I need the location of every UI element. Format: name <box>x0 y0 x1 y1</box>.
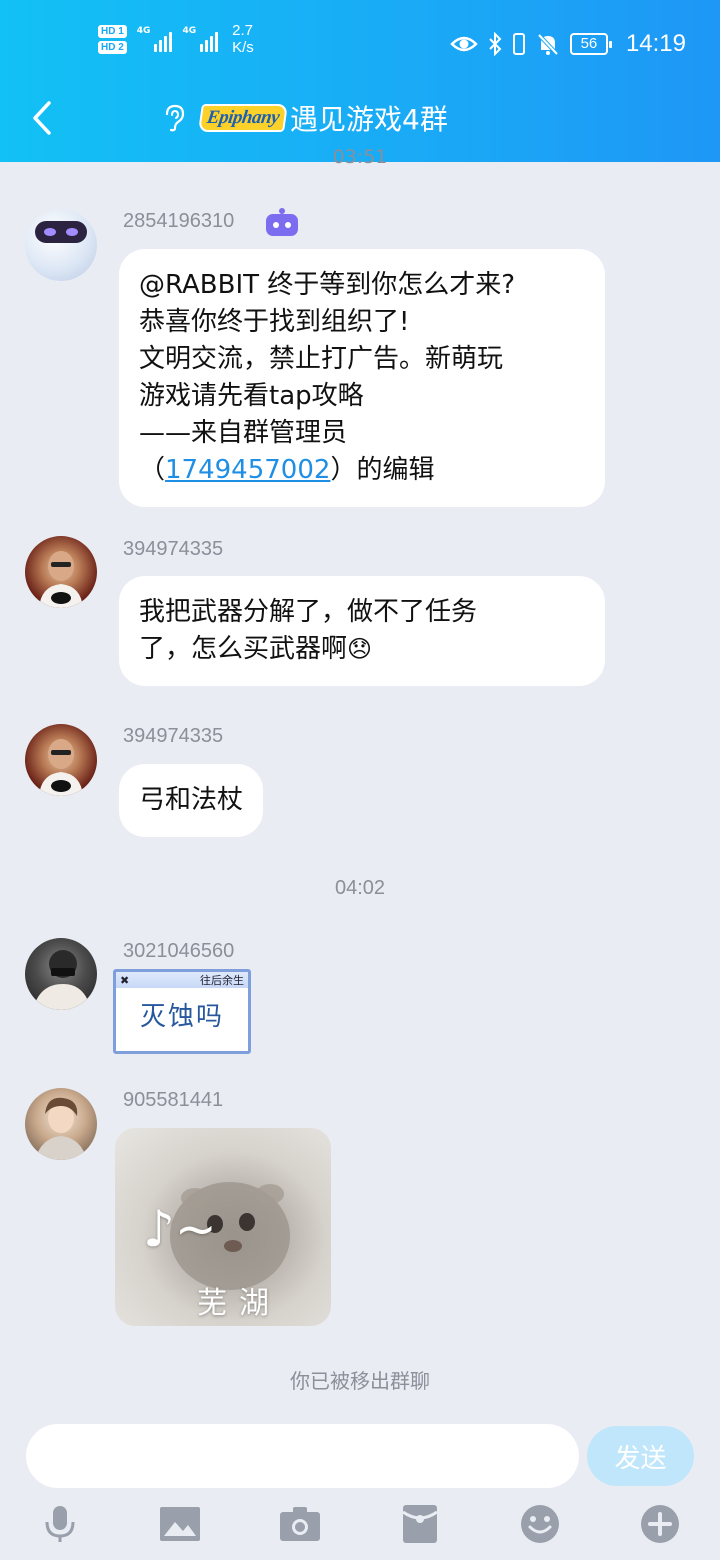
status-time: 14:19 <box>625 30 686 57</box>
message-line: （1749457002）的编辑 <box>139 452 585 489</box>
chevron-left-icon <box>33 101 51 135</box>
message-line: 弓和法杖 <box>139 785 244 815</box>
header: HD 1 HD 2 4G 4G 2.7 K/s 56 14:19 Epiphan… <box>0 0 720 162</box>
message-line: 我把武器分解了，做不了任务 <box>139 597 478 627</box>
user-avatar-image <box>35 1097 87 1160</box>
message-input[interactable] <box>26 1424 579 1488</box>
avatar[interactable] <box>25 209 97 281</box>
user-avatar-image <box>39 551 83 608</box>
battery-icon: 56 <box>569 33 612 55</box>
image-icon <box>160 1507 200 1541</box>
chat-title-area[interactable]: Epiphany 遇见游戏4群 <box>162 96 448 140</box>
message-line: 游戏请先看tap攻略 <box>139 381 364 411</box>
signal-1-icon: 4G <box>137 26 173 52</box>
image-button[interactable] <box>158 1502 202 1546</box>
message-bubble[interactable]: 弓和法杖 <box>119 764 264 837</box>
signal-1-label: 4G <box>136 26 151 36</box>
ear-icon <box>165 104 185 132</box>
emoji-button[interactable] <box>518 1502 562 1546</box>
status-right: 56 14:19 <box>450 30 686 58</box>
message-line: 文明交流，禁止打广告。新萌玩 <box>139 344 504 374</box>
message-line: ——来自群管理员 <box>139 418 348 448</box>
message-line: @RABBIT 终于等到你怎么才来? <box>139 270 516 300</box>
sticker-caption: 芜湖 <box>197 1286 281 1321</box>
avatar[interactable] <box>25 724 97 796</box>
sticker-message[interactable]: ✖ 往后余生 灭蚀吗 <box>113 969 251 1054</box>
signal-2-icon: 4G <box>182 26 219 52</box>
sim1-badge: HD 1 <box>98 24 127 38</box>
plus-icon <box>641 1505 679 1543</box>
robot-avatar-icon <box>35 221 87 243</box>
sender-name: 905581441 <box>123 1089 224 1111</box>
voice-button[interactable] <box>38 1502 82 1546</box>
avatar[interactable] <box>25 1088 97 1160</box>
more-button[interactable] <box>638 1502 682 1546</box>
sender-name: 394974335 <box>123 725 224 747</box>
sticker-titlebar: ✖ 往后余生 <box>116 972 248 988</box>
send-button[interactable]: 发送 <box>587 1426 694 1486</box>
red-packet-button[interactable] <box>398 1502 442 1546</box>
camera-icon <box>280 1507 320 1541</box>
network-speed-value: 2.7 <box>232 22 253 39</box>
sticker-image[interactable]: ♪~ 芜湖 <box>115 1128 331 1326</box>
status-left: HD 1 HD 2 4G 4G 2.7 K/s <box>98 22 254 56</box>
user-avatar-image <box>33 950 91 1010</box>
message-text: 了，怎么买武器啊 <box>139 634 348 664</box>
message-line: 恭喜你终于找到组织了! <box>139 307 410 337</box>
vibrate-icon <box>512 33 525 55</box>
bluetooth-icon <box>489 32 502 56</box>
avatar[interactable] <box>25 938 97 1010</box>
microphone-icon <box>45 1506 75 1542</box>
time-divider: 04:02 <box>334 877 386 899</box>
sticker-note-text: ♪~ <box>143 1200 217 1258</box>
back-button[interactable] <box>22 96 62 140</box>
qq-number-link[interactable]: 1749457002 <box>165 455 330 485</box>
message-bubble[interactable]: @RABBIT 终于等到你怎么才来? 恭喜你终于找到组织了! 文明交流，禁止打广… <box>119 249 605 507</box>
status-bar: HD 1 HD 2 4G 4G 2.7 K/s 56 14:19 <box>0 0 720 88</box>
user-avatar-image <box>39 739 83 796</box>
group-logo: Epiphany <box>198 104 288 132</box>
message-line: 了，怎么买武器啊😞 <box>139 631 585 668</box>
editor-suffix: ）的编辑 <box>330 455 435 485</box>
network-speed-unit: K/s <box>232 39 254 56</box>
avatar[interactable] <box>25 536 97 608</box>
sad-face-emoji-icon: 😞 <box>347 635 373 663</box>
input-toolbar <box>0 1498 720 1560</box>
robot-badge-icon <box>266 208 298 236</box>
paren-open: （ <box>139 455 166 485</box>
time-divider-clipped: 03:51 <box>332 146 388 168</box>
network-speed: 2.7 K/s <box>232 22 254 56</box>
sim-indicators: HD 1 HD 2 <box>98 24 127 54</box>
system-notice: 你已被移出群聊 <box>290 1369 430 1393</box>
sticker-text: 灭蚀吗 <box>140 1002 225 1032</box>
mute-bell-icon <box>537 33 559 56</box>
camera-button[interactable] <box>278 1502 322 1546</box>
close-icon: ✖ <box>120 973 130 987</box>
nav-bar: Epiphany 遇见游戏4群 <box>0 88 720 150</box>
sender-name: 3021046560 <box>123 940 235 962</box>
sticker-header-text: 往后余生 <box>200 974 244 987</box>
sender-name: 394974335 <box>123 538 224 560</box>
sender-name: 2854196310 <box>123 210 235 232</box>
chat-title: 遇见游戏4群 <box>290 103 448 136</box>
signal-2-label: 4G <box>182 26 197 36</box>
sim2-badge: HD 2 <box>98 40 127 54</box>
eye-icon <box>450 36 478 52</box>
emoji-icon <box>521 1505 559 1543</box>
message-bubble[interactable]: 我把武器分解了，做不了任务 了，怎么买武器啊😞 <box>119 576 605 686</box>
red-packet-icon <box>402 1505 438 1543</box>
